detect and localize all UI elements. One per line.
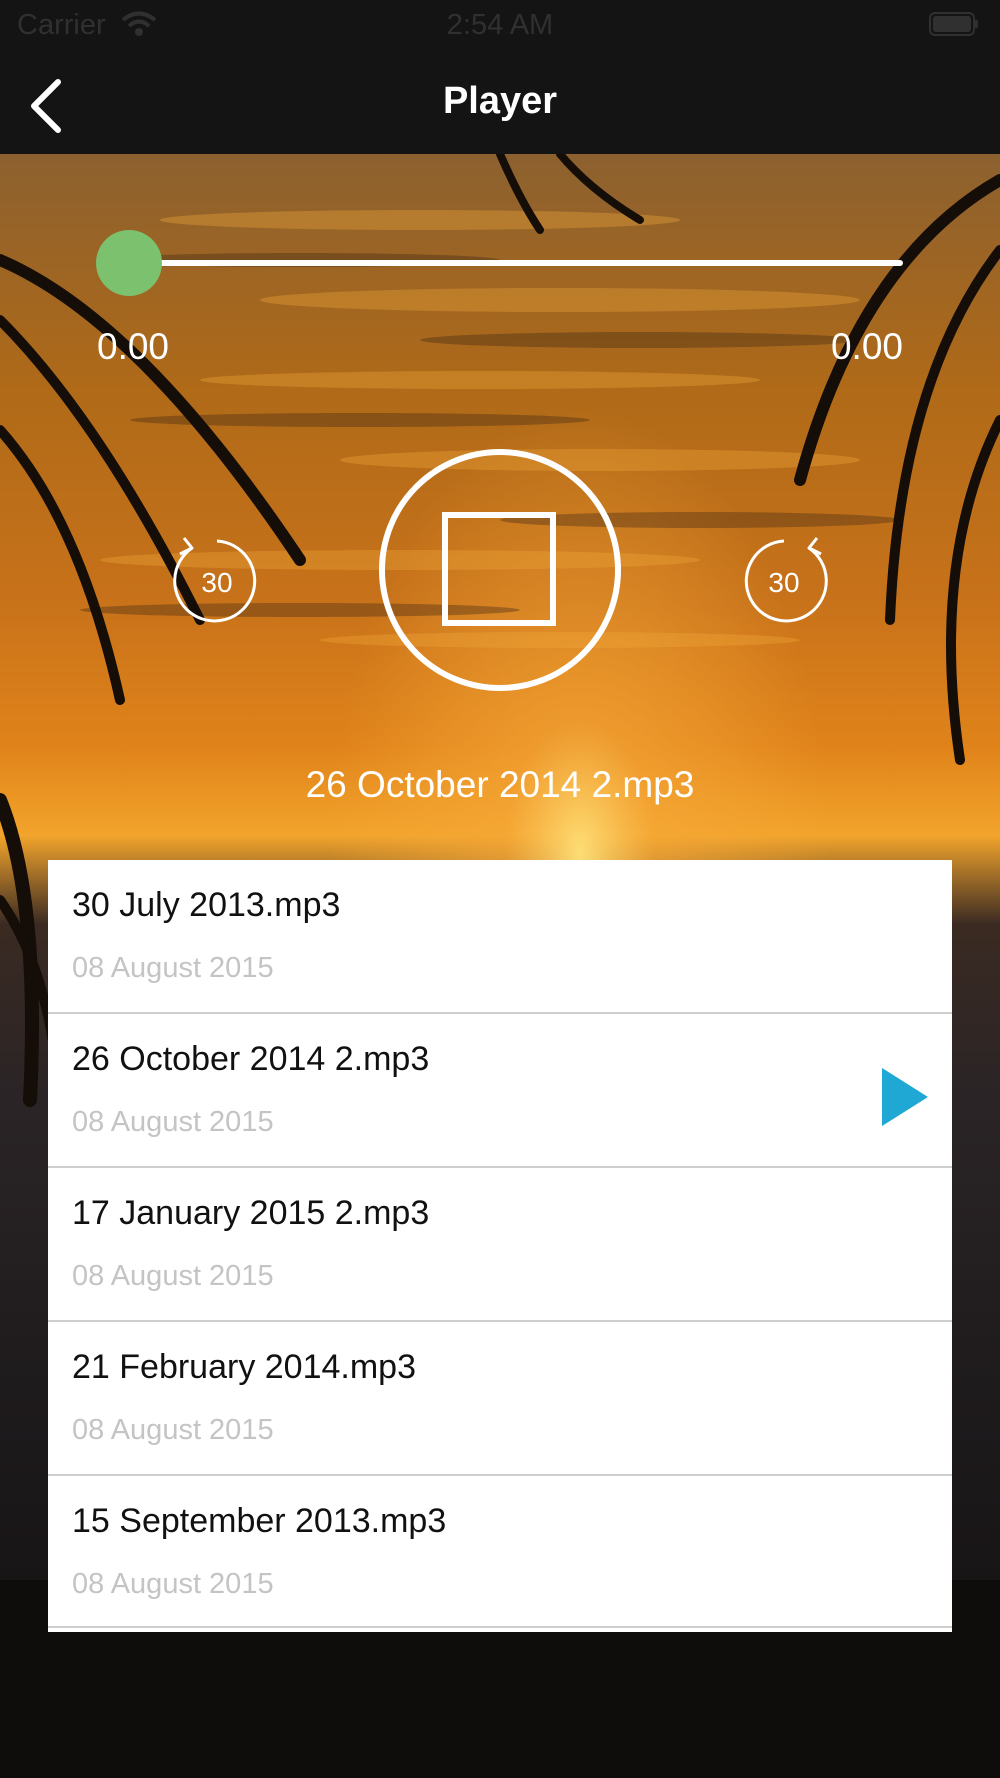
rewind-30-button[interactable]: 30 [170,534,264,628]
list-item[interactable]: 30 July 2013.mp3 08 August 2015 [48,860,952,1014]
list-item[interactable]: 26 October 2014 2.mp3 08 August 2015 [48,1014,952,1168]
list-item[interactable]: 15 September 2013.mp3 08 August 2015 [48,1476,952,1628]
track-title: 17 January 2015 2.mp3 [72,1194,430,1232]
total-time: 0.00 [830,326,903,367]
track-title: 26 October 2014 2.mp3 [72,1040,430,1078]
list-item[interactable]: 17 January 2015 2.mp3 08 August 2015 [48,1168,952,1322]
track-date: 08 August 2015 [72,952,274,984]
track-list: 30 July 2013.mp3 08 August 2015 26 Octob… [48,860,952,1632]
progress-slider-thumb[interactable] [96,230,162,296]
list-item[interactable]: 21 February 2014.mp3 08 August 2015 [48,1322,952,1476]
stop-button[interactable] [377,447,623,693]
status-bar: Carrier 2:54 AM [0,0,1000,54]
forward-30-button[interactable]: 30 [737,534,831,628]
forward-30-label: 30 [768,567,799,598]
track-title: 15 September 2013.mp3 [72,1502,447,1540]
now-playing-title: 26 October 2014 2.mp3 [305,764,695,805]
rewind-30-label: 30 [201,567,232,598]
page-title: Player [442,80,558,122]
track-title: 21 February 2014.mp3 [72,1348,416,1386]
track-date: 08 August 2015 [72,1568,274,1600]
track-date: 08 August 2015 [72,1106,274,1138]
status-time: 2:54 AM [446,9,554,41]
play-icon[interactable] [880,1066,930,1128]
track-title: 30 July 2013.mp3 [72,886,341,924]
navigation-bar: Player [0,54,1000,154]
battery-icon [929,12,978,36]
elapsed-time: 0.00 [97,326,170,367]
progress-track[interactable] [128,260,903,266]
stop-icon [442,512,556,626]
track-date: 08 August 2015 [72,1414,274,1446]
track-date: 08 August 2015 [72,1260,274,1292]
